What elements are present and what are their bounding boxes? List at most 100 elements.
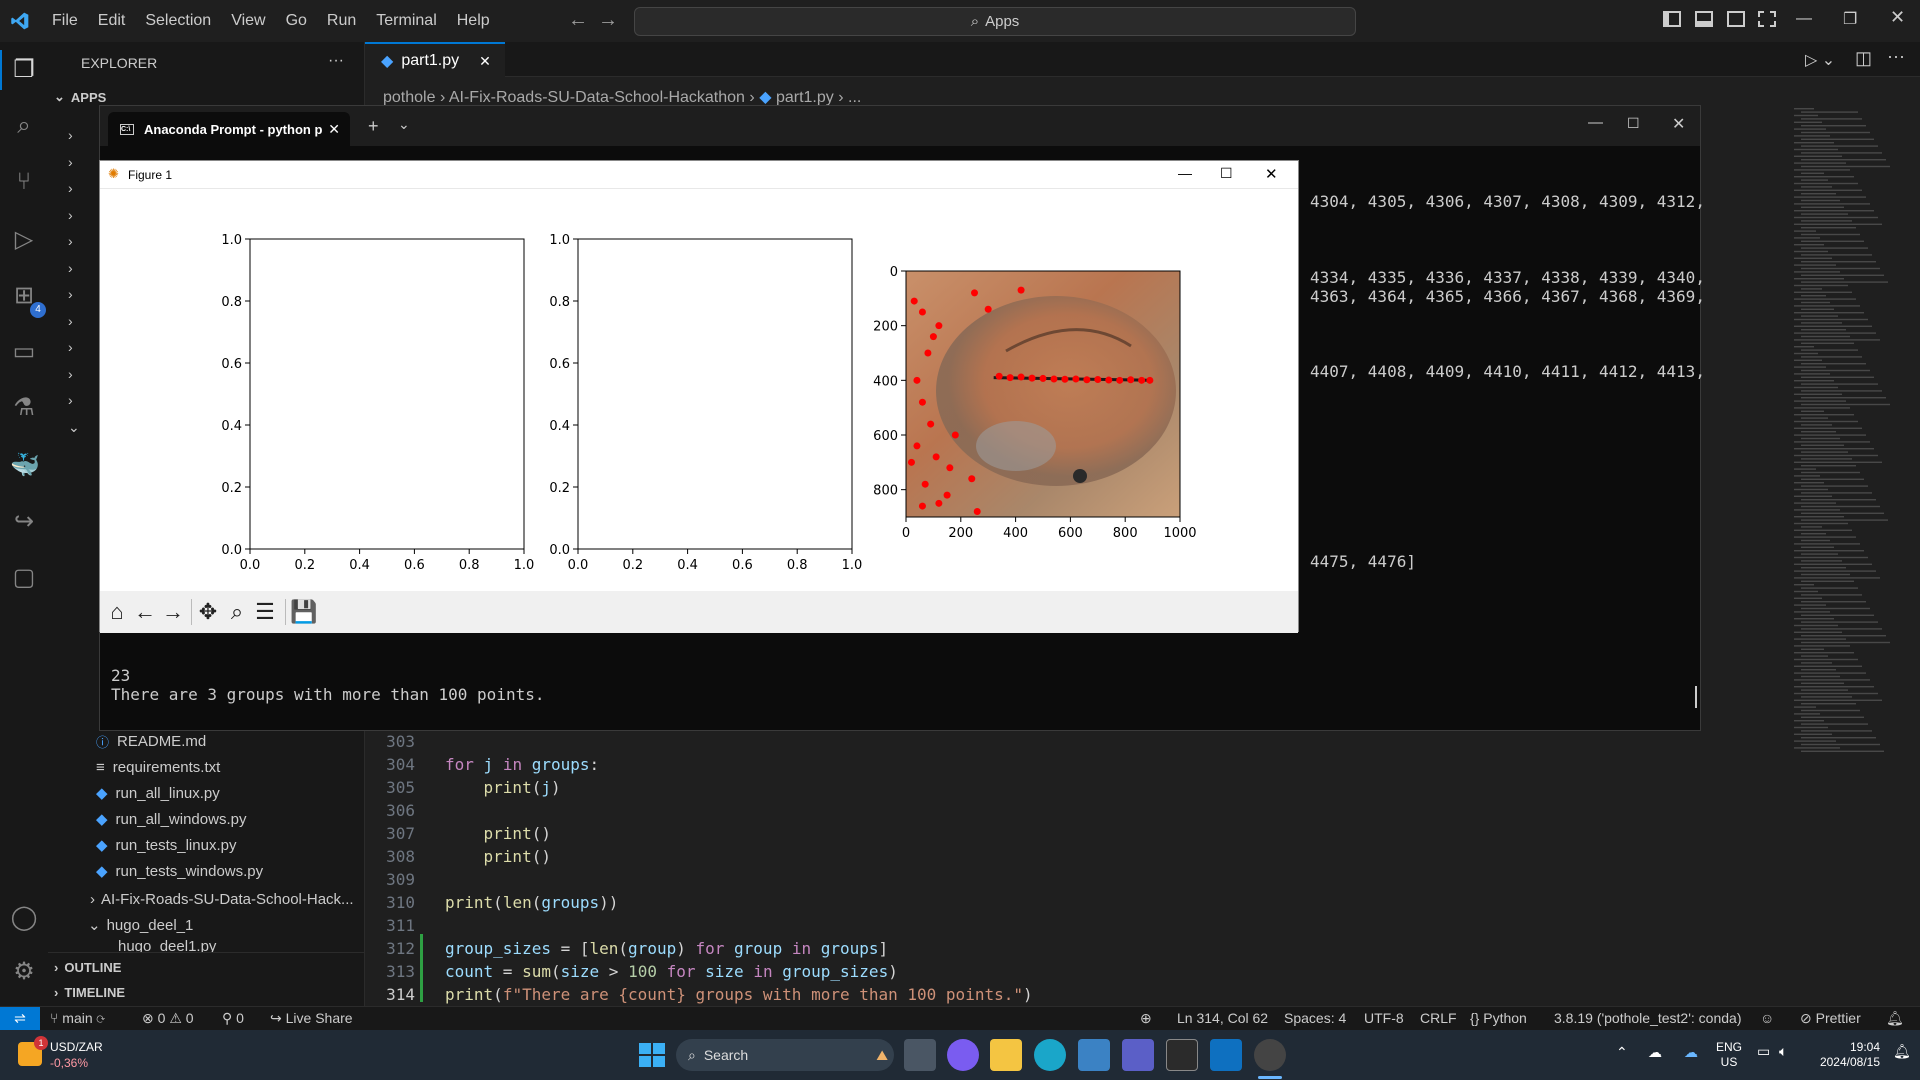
cursor-position[interactable]: Ln 314, Col 62 bbox=[1177, 1010, 1268, 1026]
nav-forward-icon[interactable]: → bbox=[598, 9, 618, 32]
toggle-panel-icon[interactable] bbox=[1695, 11, 1713, 27]
problems-status[interactable]: ⊗ 0 ⚠ 0 bbox=[142, 1010, 194, 1027]
command-center[interactable]: ⌕ Apps bbox=[634, 7, 1356, 36]
task-view-icon[interactable] bbox=[904, 1039, 936, 1071]
clock[interactable]: 19:04 2024/08/15 bbox=[1810, 1040, 1880, 1070]
interpreter-status[interactable]: 3.8.19 ('pothole_test2': conda) bbox=[1554, 1010, 1741, 1026]
notifications-bell-icon[interactable]: 🔔︎ bbox=[1886, 1010, 1904, 1027]
python-figure-app-icon[interactable] bbox=[1254, 1039, 1286, 1071]
branch-status[interactable]: ⑂ main ⟳ bbox=[50, 1010, 105, 1026]
manage-gear-icon[interactable]: ⚙ bbox=[10, 958, 38, 986]
dropdown-icon[interactable]: ⌄ bbox=[398, 116, 410, 133]
forward-arrow-icon[interactable]: → bbox=[160, 599, 186, 625]
testing-icon[interactable]: ⚗ bbox=[10, 394, 38, 422]
account-icon[interactable]: ◯ bbox=[10, 904, 38, 932]
file-run-tests-windows[interactable]: ◆ run_tests_windows.py bbox=[48, 858, 365, 884]
menu-edit[interactable]: Edit bbox=[88, 12, 136, 30]
folder-ai-fix-roads[interactable]: › AI-Fix-Roads-SU-Data-School-Hack... bbox=[48, 886, 365, 912]
live-share-icon[interactable]: ↪ bbox=[10, 508, 38, 536]
restore-button[interactable]: ❐ bbox=[1843, 9, 1857, 29]
maximize-button[interactable]: ☐ bbox=[1627, 115, 1640, 132]
menu-run[interactable]: Run bbox=[317, 12, 366, 30]
teams-icon[interactable] bbox=[1122, 1039, 1154, 1071]
file-hugo-deel1[interactable]: hugo_deel1.py bbox=[48, 938, 365, 952]
run-debug-icon[interactable]: ▷ bbox=[10, 226, 38, 254]
customize-layout-icon[interactable] bbox=[1758, 11, 1776, 27]
save-icon[interactable]: 💾 bbox=[290, 599, 317, 625]
back-arrow-icon[interactable]: ← bbox=[132, 599, 158, 625]
docker-icon[interactable]: 🐳 bbox=[10, 452, 40, 480]
minimize-button[interactable]: — bbox=[1588, 114, 1603, 131]
menu-view[interactable]: View bbox=[221, 12, 275, 30]
more-actions-icon[interactable]: ··· bbox=[328, 52, 344, 70]
sync-icon[interactable]: ⟳ bbox=[97, 1010, 105, 1026]
split-editor-icon[interactable]: ◫ bbox=[1855, 48, 1872, 69]
breadcrumb-item[interactable]: ... bbox=[848, 89, 861, 106]
close-button[interactable]: ✕ bbox=[1890, 7, 1905, 28]
explorer-icon[interactable]: ❐ bbox=[10, 56, 38, 84]
section-timeline[interactable]: › TIMELINE bbox=[48, 979, 365, 1005]
store-icon[interactable] bbox=[1078, 1039, 1110, 1071]
close-button[interactable]: ✕ bbox=[1265, 165, 1278, 183]
network-icon[interactable]: ▭ bbox=[1757, 1043, 1770, 1060]
maximize-button[interactable]: ☐ bbox=[1220, 165, 1233, 182]
section-outline[interactable]: › OUTLINE bbox=[48, 954, 365, 980]
file-requirements[interactable]: ≡ requirements.txt bbox=[48, 754, 365, 780]
terminal-scrollbar[interactable] bbox=[1695, 686, 1697, 708]
defender-icon[interactable]: ☁ bbox=[1684, 1044, 1698, 1061]
ports-status[interactable]: ⚲ 0 bbox=[222, 1010, 244, 1027]
indentation-status[interactable]: Spaces: 4 bbox=[1284, 1010, 1346, 1026]
close-button[interactable]: ✕ bbox=[1672, 114, 1685, 134]
notification-center-icon[interactable]: 🔔︎ bbox=[1893, 1043, 1911, 1060]
taskbar-search[interactable]: ⌕ Search ⛰ bbox=[676, 1039, 894, 1071]
zoom-status-icon[interactable]: ⊕ bbox=[1140, 1010, 1152, 1027]
figure-canvas[interactable]: 0.0 0.2 0.4 0.6 0.8 1.00.00.20.40.60.81.00.0 0… bbox=[100, 189, 1300, 589]
menu-terminal[interactable]: Terminal bbox=[366, 12, 446, 30]
prettier-status[interactable]: ⊘ Prettier bbox=[1800, 1010, 1861, 1027]
file-run-all-linux[interactable]: ◆ run_all_linux.py bbox=[48, 780, 365, 806]
language-indicator[interactable]: ENG US bbox=[1716, 1040, 1742, 1070]
breadcrumb-item[interactable]: pothole bbox=[383, 89, 436, 106]
terminal-tab[interactable]: C:\ Anaconda Prompt - python p ✕ bbox=[108, 112, 350, 146]
file-explorer-icon[interactable] bbox=[990, 1039, 1022, 1071]
editor-more-icon[interactable]: ··· bbox=[1887, 46, 1905, 67]
nav-back-icon[interactable]: ← bbox=[568, 9, 588, 32]
file-run-all-windows[interactable]: ◆ run_all_windows.py bbox=[48, 806, 365, 832]
breadcrumb-item[interactable]: AI-Fix-Roads-SU-Data-School-Hackathon bbox=[449, 89, 745, 106]
tab-part1-py[interactable]: ◆ part1.py ✕ bbox=[365, 42, 505, 78]
minimize-button[interactable]: — bbox=[1178, 165, 1192, 181]
eol-status[interactable]: CRLF bbox=[1420, 1010, 1457, 1026]
weather-widget[interactable]: 1 USD/ZAR -0,36% bbox=[14, 1036, 124, 1074]
folder-hugo-deel-1[interactable]: ⌄ hugo_deel_1 bbox=[48, 912, 365, 938]
menu-go[interactable]: Go bbox=[276, 12, 317, 30]
home-icon[interactable]: ⌂ bbox=[104, 599, 130, 625]
run-python-icon[interactable]: ▷ ⌄ bbox=[1805, 50, 1835, 70]
toggle-secondary-sidebar-icon[interactable] bbox=[1727, 11, 1745, 27]
search-icon[interactable]: ⌕ bbox=[10, 112, 38, 140]
menu-selection[interactable]: Selection bbox=[135, 12, 221, 30]
minimap[interactable] bbox=[1790, 108, 1900, 768]
toggle-primary-sidebar-icon[interactable] bbox=[1663, 11, 1681, 27]
vscode-app-icon[interactable] bbox=[1210, 1039, 1242, 1071]
windows-start-icon[interactable] bbox=[635, 1039, 667, 1071]
live-share-status[interactable]: ↪ Live Share bbox=[270, 1010, 353, 1027]
pan-icon[interactable]: ✥ bbox=[195, 599, 221, 625]
menu-help[interactable]: Help bbox=[447, 12, 500, 30]
close-tab-icon[interactable]: ✕ bbox=[328, 121, 340, 138]
remote-explorer-icon[interactable]: ▭ bbox=[10, 338, 38, 366]
terminal-app-icon[interactable] bbox=[1166, 1039, 1198, 1071]
copilot-app-icon[interactable] bbox=[947, 1039, 979, 1071]
tray-chevron-icon[interactable]: ⌃ bbox=[1616, 1044, 1628, 1061]
volume-icon[interactable]: 🔈︎ bbox=[1779, 1043, 1787, 1060]
configure-subplots-icon[interactable]: ☰ bbox=[252, 599, 278, 625]
onedrive-icon[interactable]: ☁ bbox=[1648, 1044, 1662, 1061]
file-readme[interactable]: ⓘ README.md bbox=[48, 728, 365, 754]
breadcrumb-item[interactable]: part1.py bbox=[776, 89, 834, 106]
minimize-button[interactable]: — bbox=[1796, 10, 1812, 28]
file-run-tests-linux[interactable]: ◆ run_tests_linux.py bbox=[48, 832, 365, 858]
zoom-icon[interactable]: ⌕ bbox=[224, 599, 250, 625]
language-status[interactable]: {} Python bbox=[1470, 1010, 1527, 1026]
code-editor[interactable]: 303 304 for j in groups: 305 print(j) 306 307… bbox=[365, 732, 1765, 1004]
menu-file[interactable]: File bbox=[42, 12, 88, 30]
encoding-status[interactable]: UTF-8 bbox=[1364, 1010, 1404, 1026]
